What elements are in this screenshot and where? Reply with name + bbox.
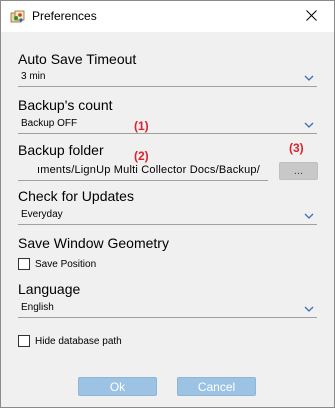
- language-combo[interactable]: English: [18, 300, 317, 318]
- backup-count-combo[interactable]: Backup OFF: [18, 116, 317, 134]
- chevron-down-icon: [303, 209, 315, 221]
- close-button[interactable]: [288, 1, 334, 32]
- preferences-dialog: Preferences Auto Save Timeout 3 min Back…: [0, 0, 335, 408]
- backup-count-label: Backup's count: [18, 97, 113, 113]
- updates-combo[interactable]: Everyday: [18, 207, 317, 225]
- backup-count-value: Backup OFF: [21, 118, 78, 129]
- hide-db-path-checkbox[interactable]: [18, 335, 30, 347]
- updates-value: Everyday: [21, 209, 63, 220]
- auto-save-value: 3 min: [21, 71, 46, 82]
- save-position-row[interactable]: Save Position: [18, 257, 96, 271]
- chevron-down-icon: [303, 71, 315, 83]
- auto-save-combo[interactable]: 3 min: [18, 69, 317, 87]
- backup-folder-path-input[interactable]: ıments/LignUp Multi Collector Docs/Backu…: [18, 163, 268, 181]
- browse-button-label: ...: [293, 165, 304, 177]
- app-icon: [10, 9, 26, 25]
- updates-label: Check for Updates: [18, 188, 134, 204]
- browse-button[interactable]: ...: [279, 162, 318, 180]
- title-bar: Preferences: [1, 1, 334, 32]
- window-title: Preferences: [32, 9, 97, 23]
- annotation-1: (1): [134, 119, 149, 133]
- backup-folder-label: Backup folder: [18, 142, 104, 158]
- language-label: Language: [18, 281, 81, 297]
- annotation-3: (3): [289, 141, 304, 155]
- cancel-button[interactable]: Cancel: [177, 377, 256, 396]
- hide-db-path-label: Hide database path: [35, 335, 122, 347]
- backup-folder-path: ıments/LignUp Multi Collector Docs/Backu…: [37, 164, 260, 176]
- annotation-2: (2): [134, 149, 149, 163]
- ok-button[interactable]: Ok: [78, 377, 157, 396]
- hide-db-path-row[interactable]: Hide database path: [18, 334, 122, 348]
- geometry-label: Save Window Geometry: [18, 235, 169, 251]
- cancel-button-label: Cancel: [197, 379, 236, 394]
- save-position-checkbox[interactable]: [18, 258, 30, 270]
- ok-button-label: Ok: [109, 379, 126, 394]
- save-position-label: Save Position: [35, 258, 97, 270]
- close-icon: [305, 8, 317, 26]
- auto-save-label: Auto Save Timeout: [18, 51, 137, 67]
- chevron-down-icon: [303, 302, 315, 314]
- language-value: English: [21, 302, 54, 313]
- chevron-down-icon: [303, 118, 315, 130]
- dialog-content: Auto Save Timeout 3 min Backup's count B…: [1, 32, 334, 407]
